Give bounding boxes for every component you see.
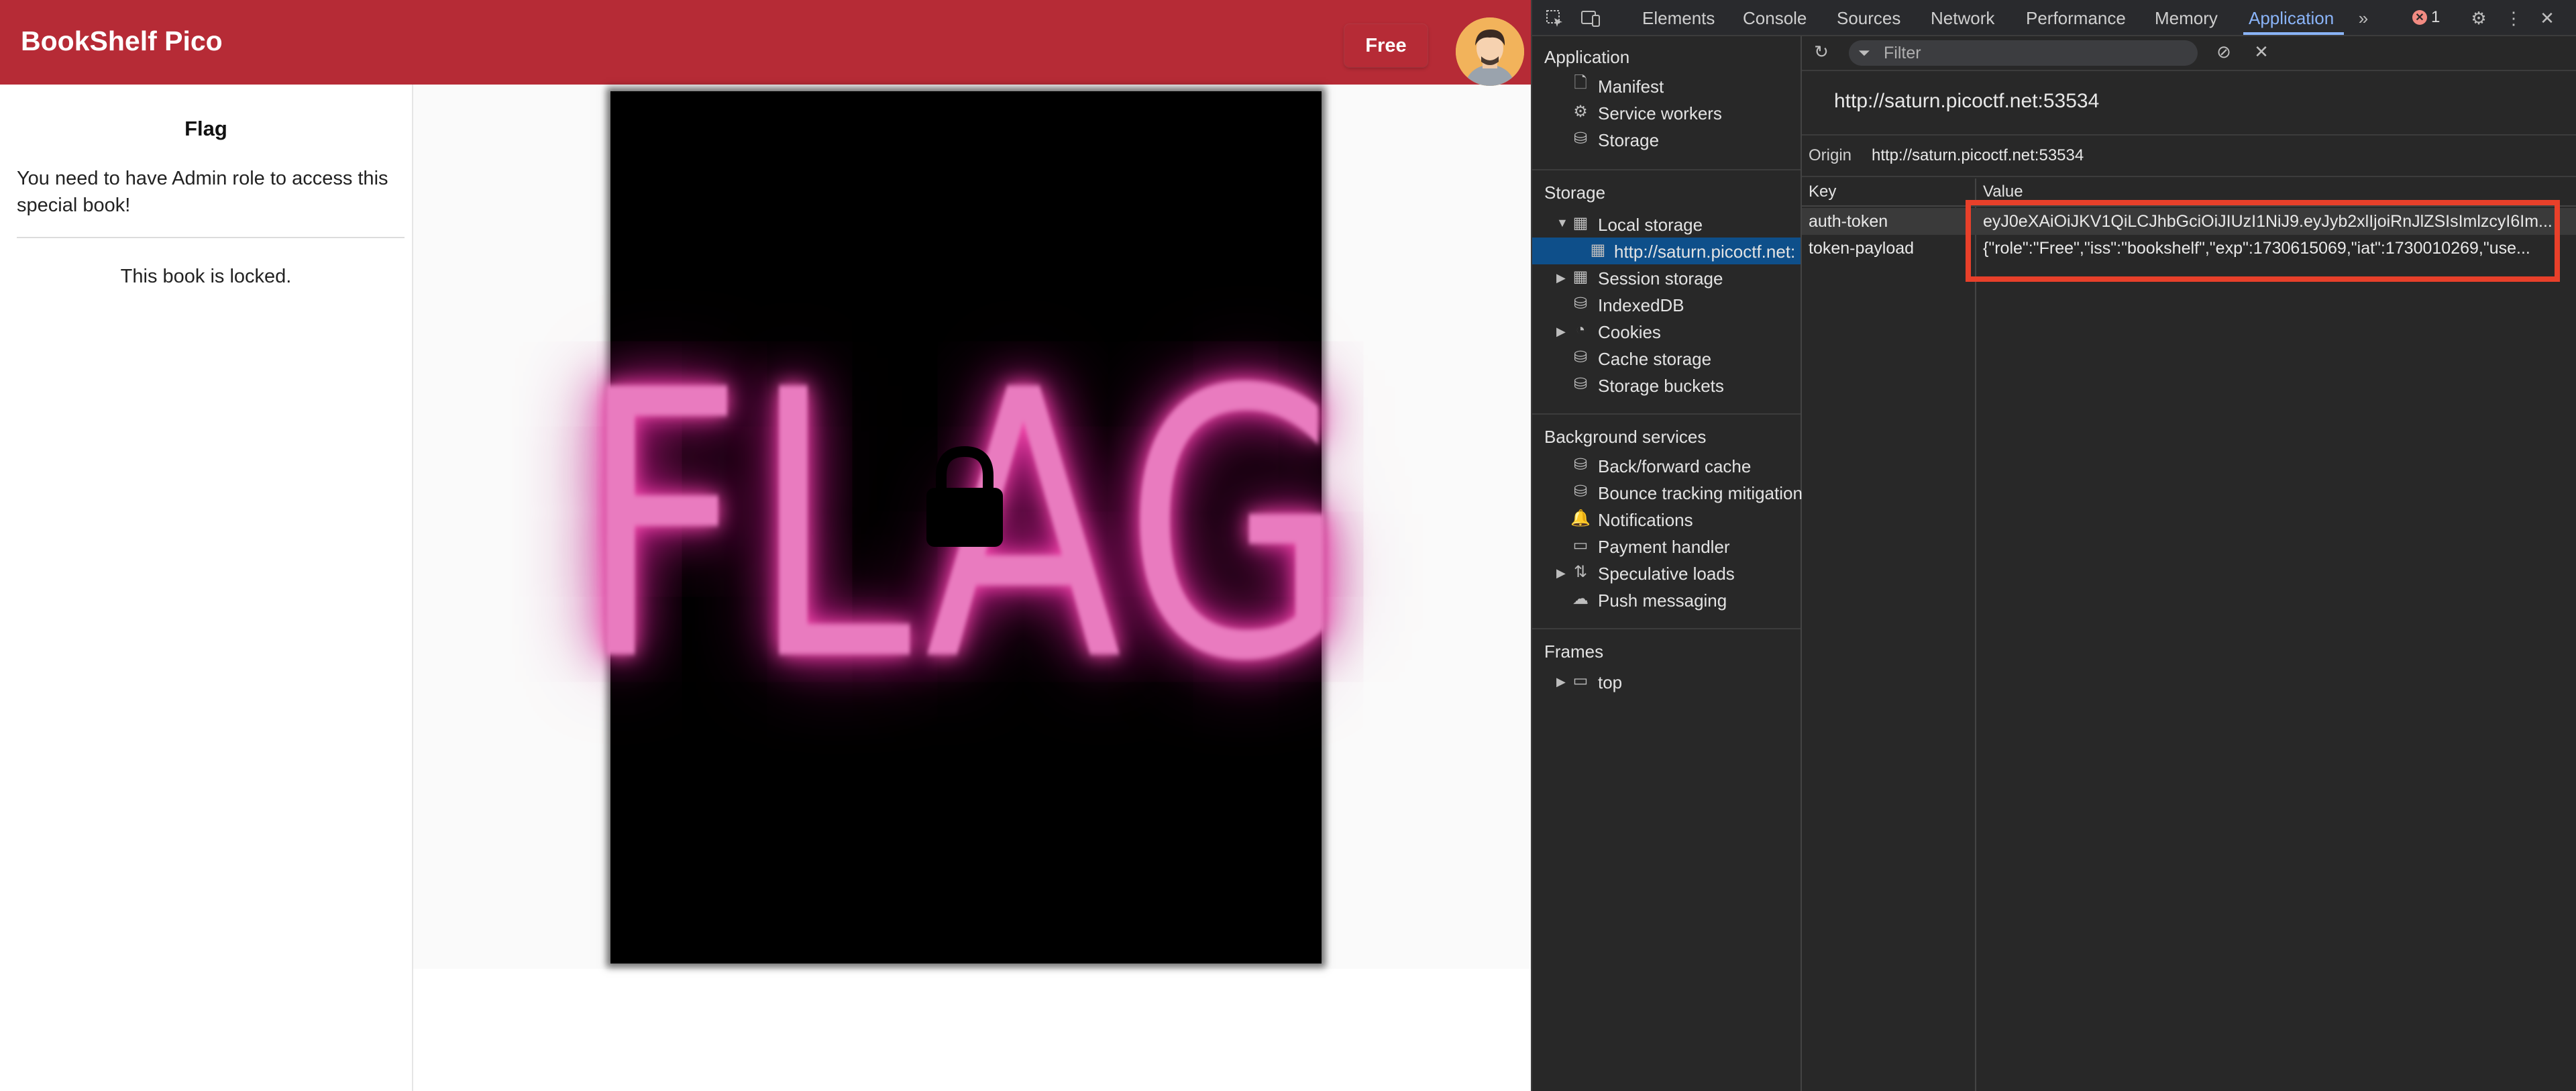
service-workers-icon: ⚙ [1573,102,1588,121]
nav-cookies[interactable]: Cookies [1598,322,1661,343]
app-window: BookShelf Pico Free Flag You need to hav… [0,0,1531,1091]
cookies-icon: ◔ [1575,321,1586,339]
tab-performance[interactable]: Performance [2026,8,2126,29]
settings-gear-icon[interactable]: ⚙ [2467,7,2490,30]
session-storage-icon: ▦ [1572,267,1589,286]
column-header-key[interactable]: Key [1809,183,1836,201]
error-count: 1 [2431,8,2440,26]
notifications-bell-icon: 🔔 [1570,509,1591,527]
nav-back-forward-cache[interactable]: Back/forward cache [1598,456,1751,477]
expand-speculative-loads-icon[interactable]: ▶ [1556,566,1566,580]
origin-row: Origin http://saturn.picoctf.net:53534 [1802,134,2576,177]
tab-network[interactable]: Network [1931,8,1994,29]
filter-placeholder: Filter [1884,44,1921,62]
error-badge[interactable]: ✕ 1 [2412,8,2440,27]
origin-table-icon: ▦ [1590,240,1606,259]
cell-key: token-payload [1809,239,1915,258]
back-forward-cache-icon: ⛁ [1573,455,1588,474]
push-cloud-icon: ☁ [1572,589,1589,608]
clear-all-icon[interactable]: ⊘ [2212,40,2235,63]
book-cover[interactable]: FLAG [578,91,1347,964]
delete-selected-icon[interactable]: ✕ [2250,40,2273,63]
tab-elements[interactable]: Elements [1642,8,1715,29]
nav-divider [1532,628,1801,629]
more-tabs-icon[interactable]: » [2352,7,2375,30]
tab-memory[interactable]: Memory [2155,8,2218,29]
indexeddb-icon: ⛁ [1573,294,1588,313]
nav-service-workers[interactable]: Service workers [1598,103,1722,124]
section-frames: Frames [1544,641,1604,662]
application-sidebar: Application 🗋 Manifest ⚙ Service workers… [1532,36,1811,1091]
nav-local-storage[interactable]: Local storage [1598,215,1703,236]
tab-console[interactable]: Console [1743,8,1807,29]
section-storage: Storage [1544,183,1606,203]
nav-cache-storage[interactable]: Cache storage [1598,349,1711,370]
tab-application[interactable]: Application [2249,8,2334,29]
devtools-tabbar: Elements Console Sources Network Perform… [1532,0,2576,36]
storage-toolbar: ↻ ⏷ Filter ⊘ ✕ [1802,36,2576,71]
filter-funnel-icon: ⏷ [1858,44,1870,61]
expand-local-storage-icon[interactable]: ▼ [1556,216,1568,230]
payment-card-icon: ▭ [1572,535,1589,554]
error-icon: ✕ [2412,10,2427,25]
column-header-value[interactable]: Value [1983,183,2023,201]
avatar-image [1456,17,1524,86]
lock-icon [926,446,1003,547]
nav-speculative-loads[interactable]: Speculative loads [1598,564,1735,584]
nav-frame-top[interactable]: top [1598,672,1622,693]
nav-push-messaging[interactable]: Push messaging [1598,590,1727,611]
tab-sources[interactable]: Sources [1837,8,1900,29]
book-title: Flag [184,117,227,140]
frame-window-icon: ▭ [1572,671,1589,690]
nav-storage-buckets[interactable]: Storage buckets [1598,376,1724,397]
access-message: You need to have Admin role to access th… [17,168,388,216]
divider [17,237,405,238]
nav-local-storage-origin[interactable]: http://saturn.picoctf.net: [1614,242,1795,262]
origin-title: http://saturn.picoctf.net:53534 [1834,90,2100,112]
origin-value: http://saturn.picoctf.net:53534 [1872,146,2084,164]
expand-frame-top-icon[interactable]: ▶ [1556,675,1566,689]
cache-storage-icon: ⛁ [1573,348,1588,366]
origin-label: Origin [1809,146,1852,164]
device-toolbar-icon[interactable] [1579,7,1602,30]
avatar[interactable] [1456,17,1524,86]
bounce-tracking-icon: ⛁ [1573,482,1588,501]
more-options-icon[interactable]: ⋮ [2502,7,2525,30]
expand-cookies-icon[interactable]: ▶ [1556,325,1566,339]
inspect-element-icon[interactable] [1543,7,1566,30]
speculative-loads-icon: ⇅ [1573,562,1588,581]
storage-pane: ↻ ⏷ Filter ⊘ ✕ http://saturn.picoctf.net… [1802,36,2576,1091]
filter-input[interactable]: ⏷ Filter [1849,40,2198,66]
devtools-panel: Elements Console Sources Network Perform… [1531,0,2576,1091]
storage-database-icon: ⛁ [1573,129,1588,148]
cell-key: auth-token [1809,212,1888,231]
manifest-icon: 🗋 [1574,73,1587,92]
expand-session-storage-icon[interactable]: ▶ [1556,271,1566,285]
refresh-icon[interactable]: ↻ [1810,40,1833,63]
close-devtools-icon[interactable]: ✕ [2536,7,2559,30]
role-button[interactable]: Free [1344,24,1428,67]
section-background-services: Background services [1544,427,1707,447]
nav-bounce-tracking[interactable]: Bounce tracking mitigations [1598,483,1811,504]
column-divider[interactable] [1975,178,1976,1091]
section-application: Application [1544,47,1630,67]
active-tab-indicator [2243,32,2344,35]
annotation-highlight-box [1966,200,2560,282]
local-storage-table: Key Value auth-token eyJ0eXAiOiJKV1QiLCJ… [1802,178,2576,1091]
nav-storage[interactable]: Storage [1598,130,1659,151]
storage-buckets-icon: ⛁ [1573,374,1588,393]
locked-status: This book is locked. [120,266,292,287]
book-sidebar: Flag You need to have Admin role to acce… [0,85,413,1091]
nav-manifest[interactable]: Manifest [1598,76,1664,97]
local-storage-table-icon: ▦ [1572,213,1589,232]
nav-divider [1532,413,1801,415]
nav-notifications[interactable]: Notifications [1598,510,1693,531]
nav-session-storage[interactable]: Session storage [1598,268,1723,289]
nav-indexeddb[interactable]: IndexedDB [1598,295,1684,316]
nav-divider [1532,169,1801,170]
nav-payment-handler[interactable]: Payment handler [1598,537,1730,558]
app-title: BookShelf Pico [21,25,223,56]
